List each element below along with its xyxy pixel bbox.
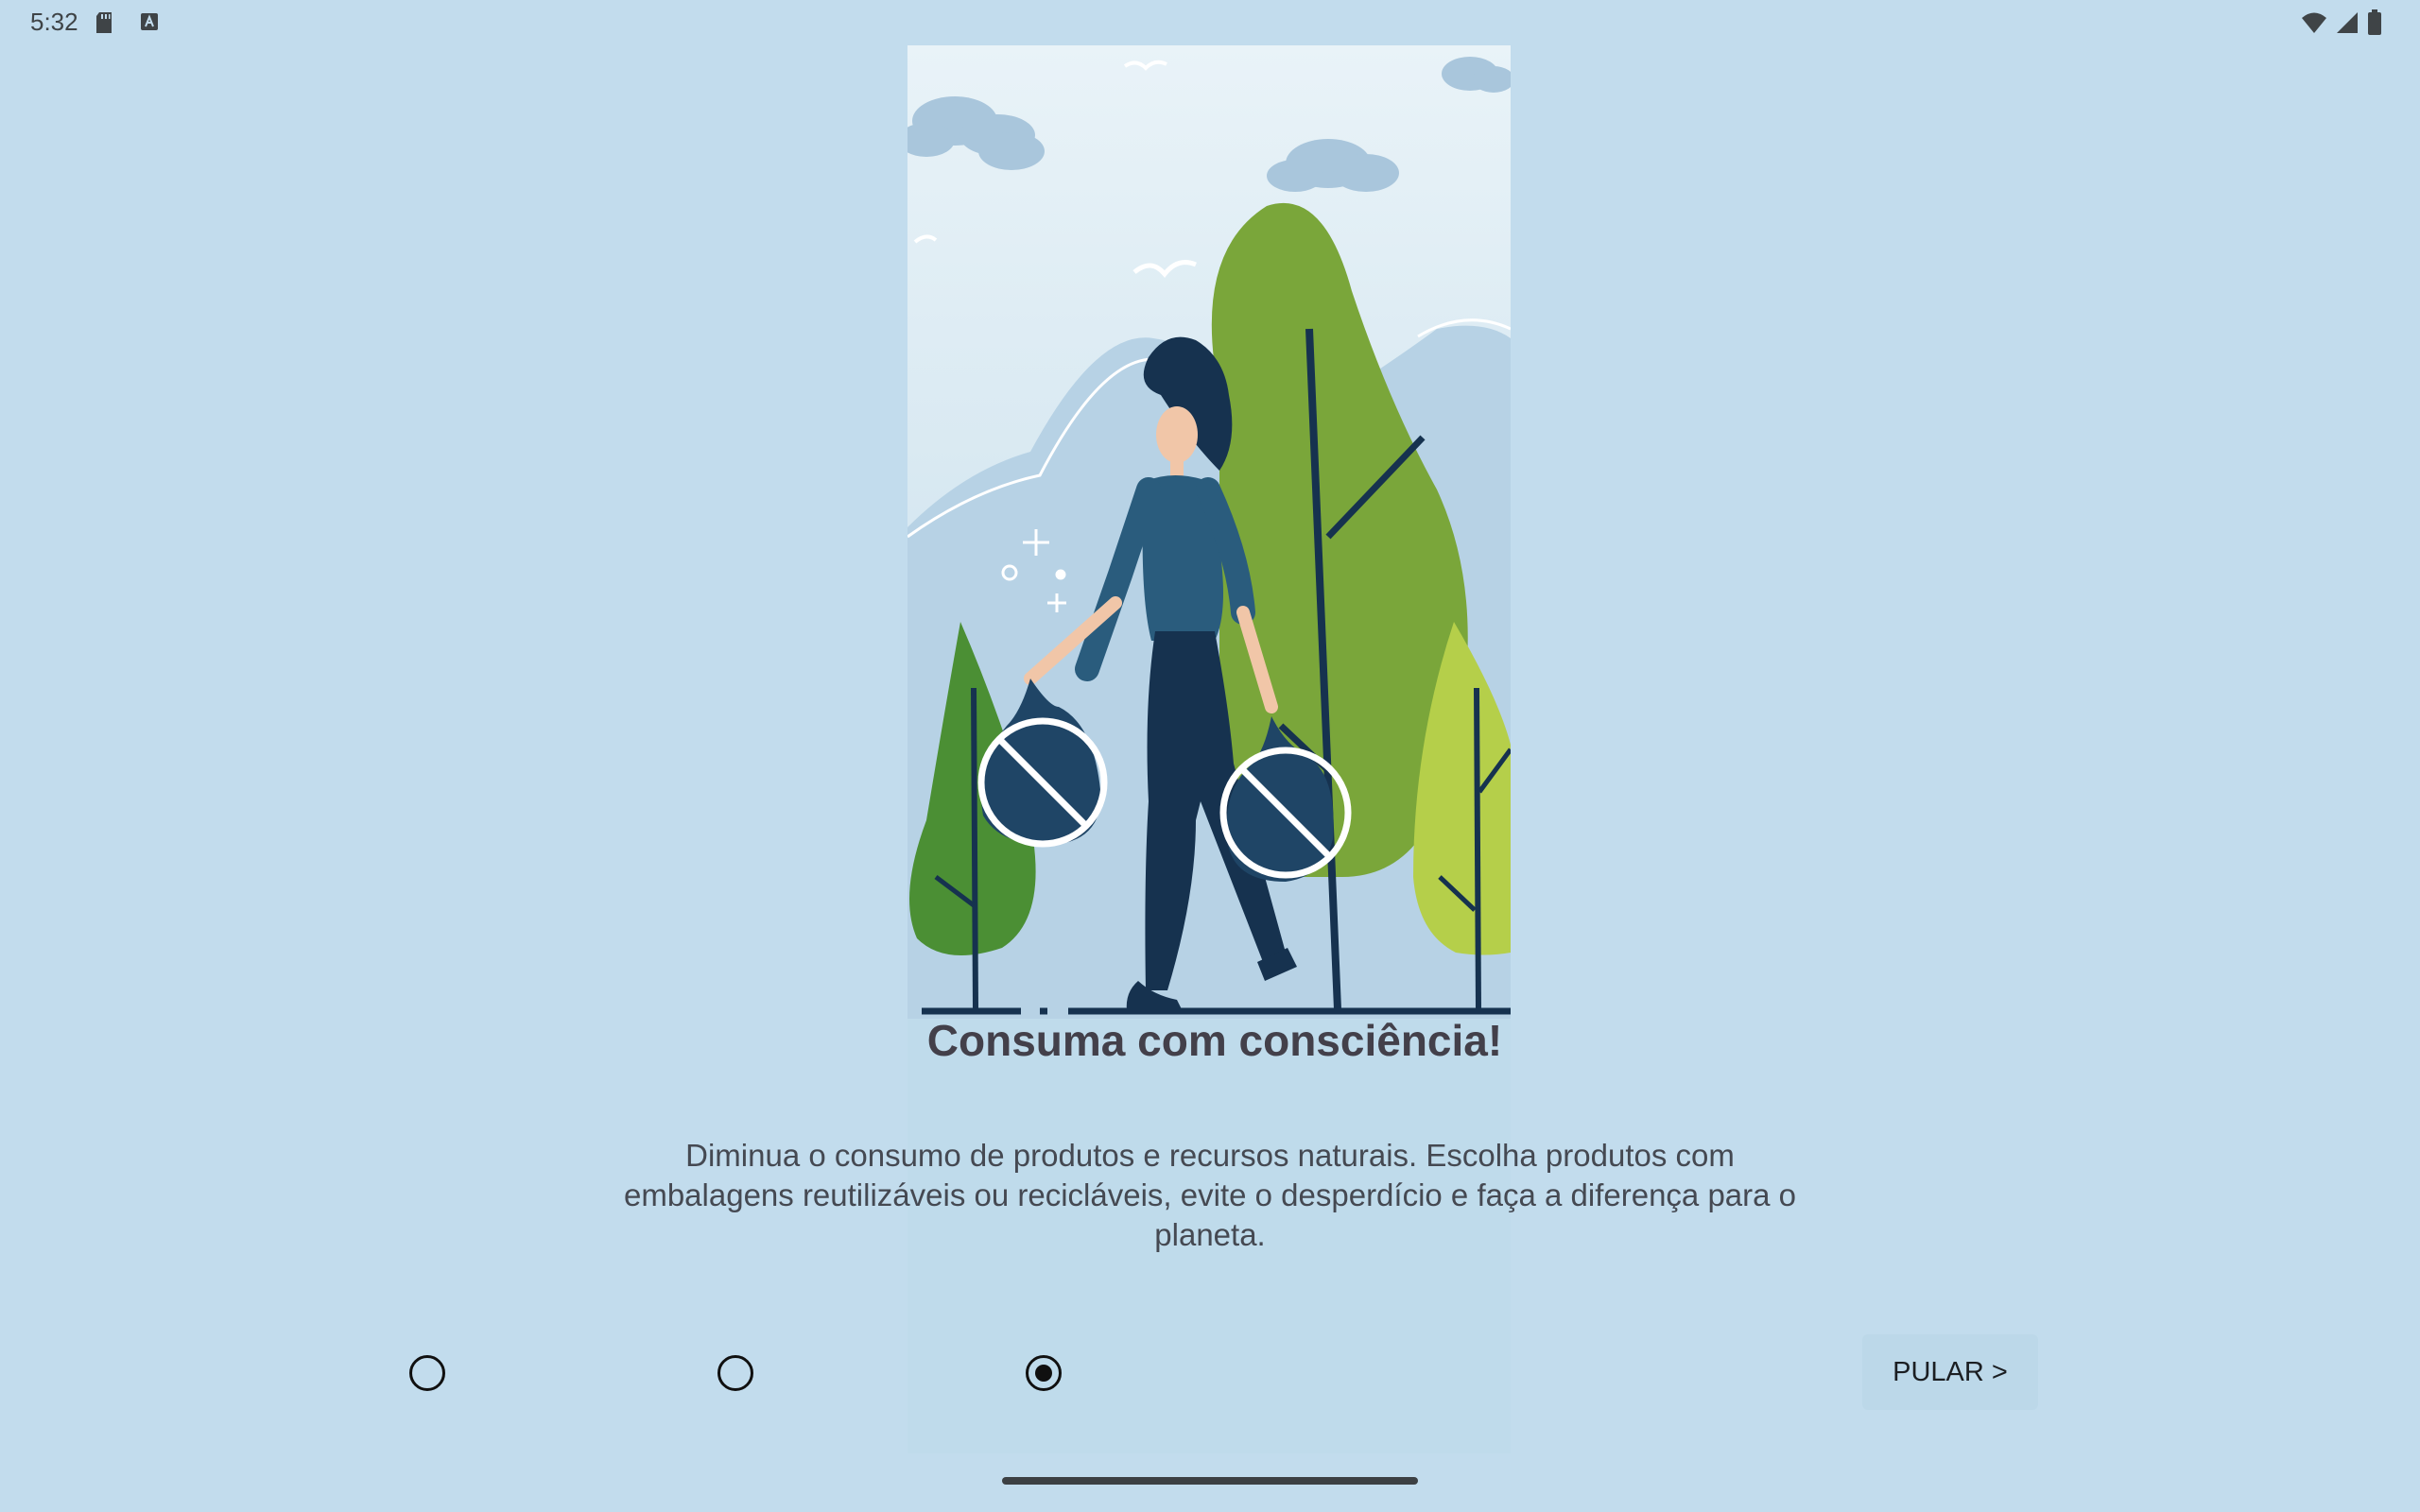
page-indicator-dot-3[interactable] (1026, 1355, 1062, 1391)
status-icons (2301, 9, 2382, 36)
skip-button[interactable]: PULAR > (1862, 1334, 2038, 1410)
wifi-icon (2302, 12, 2326, 33)
page-indicator-dot-1[interactable] (409, 1355, 445, 1391)
battery-icon (2368, 9, 2381, 35)
onboarding-illustration (908, 45, 1511, 1019)
status-time: 5:32 (30, 8, 78, 36)
page-indicator-dot-2[interactable] (717, 1355, 753, 1391)
sd-card-icon (96, 12, 112, 33)
onboarding-title: Consuma com consciência! (926, 1016, 1503, 1065)
home-indicator-bar[interactable] (1002, 1477, 1418, 1485)
status-bar: 5:32 (0, 0, 2420, 45)
keyboard-a-icon (141, 13, 158, 30)
onboarding-description: Diminua o consumo de produtos e recursos… (623, 1138, 1797, 1252)
cell-signal-icon (2337, 12, 2358, 33)
